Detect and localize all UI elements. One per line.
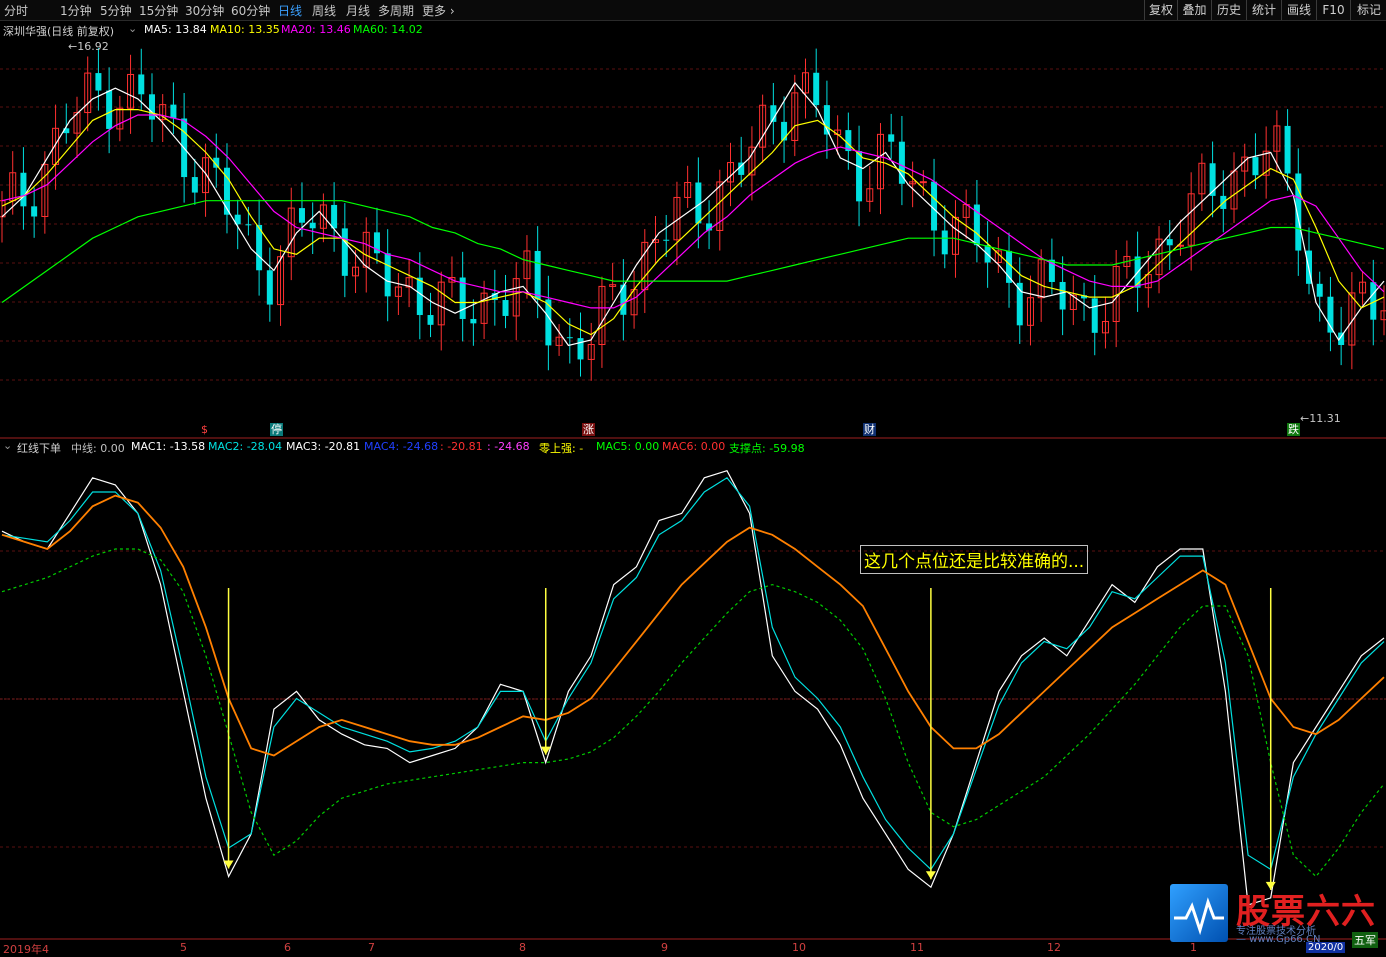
candle-body [919,181,927,184]
chart-canvas [0,48,1386,940]
x-tick-label: 5 [180,941,187,954]
candle-body [813,72,820,106]
support-value: 支撑点: -59.98 [729,442,805,455]
candle-body [31,206,38,217]
grid-lines [0,68,1386,848]
candle-body [298,208,305,223]
candle-body [856,151,863,202]
candle-body [309,222,316,229]
high-price-value: 16.92 [77,40,109,53]
watermark: 股票六六 专注股票技术分析 — www.Gp66.CN [1170,884,1386,946]
candle-body [888,134,895,142]
stock-title: 深圳华强(日线 前复权) [3,25,115,38]
high-price-label: ←16.92 [68,40,109,53]
mac1-value: MAC1: -13.58 [131,440,206,453]
ma60-value: MA60: 14.02 [353,23,423,36]
indicator-lines [1,469,1385,906]
candle-body [245,224,252,226]
ma-lines [1,81,1385,347]
ma5-value: MA5: 13.84 [144,23,207,36]
candle-body [502,300,509,316]
x-tick-label: 6 [284,941,291,954]
event-marker-fall[interactable]: 跌 [1287,423,1300,436]
watermark-line2: — www.Gp66.CN [1236,934,1321,945]
candle-body [663,239,670,241]
watermark-logo-icon [1170,884,1228,942]
candle-body [266,270,273,305]
candle-body [1316,283,1323,297]
candle-body [1006,250,1013,283]
indicator-settings-icon[interactable]: ⌄ [3,439,12,452]
annotation-box: 这几个点位还是比较准确的... [860,545,1089,574]
candle-body [898,141,905,184]
x-tick-label: 2019年4 [3,943,49,956]
candle-body [1166,239,1173,246]
event-marker-halt[interactable]: 停 [270,423,283,436]
event-marker-finance[interactable]: 财 [863,423,876,436]
candle-body [341,228,348,276]
mac5-value: MAC5: 0.00 [596,440,660,453]
candle-body [534,250,541,300]
ma20-value: MA20: 13.46 [281,23,351,36]
indicator-line-mac4 [1,548,1385,878]
candle-body [1252,157,1259,176]
candle-body [1059,281,1066,310]
candle-body [170,104,177,119]
candle-body [941,230,948,255]
candle-body [20,172,27,207]
candle-body [384,253,391,297]
x-tick-label: 9 [661,941,668,954]
x-tick-label: 7 [368,941,375,954]
low-price-label: ←11.31 [1300,412,1341,425]
candle-body [106,90,113,129]
candle-body [191,177,198,193]
x-tick-label: 11 [910,941,924,954]
ma-line-ma10 [1,108,1385,336]
mid-value: 中线: 0.00 [71,442,125,455]
ma10-value: MA10: 13.35 [210,23,280,36]
ma-line-ma5 [1,81,1385,347]
candle-body [416,277,423,316]
candle-body [148,94,155,120]
candle-body [1091,298,1098,333]
event-marker-dollar[interactable]: $ [200,423,209,436]
ma-line-ma20 [1,114,1385,309]
candle-body [781,121,788,141]
event-marker-rise[interactable]: 涨 [582,423,595,436]
low-price-value: 11.31 [1309,412,1341,425]
indicator-name: 红线下单 [17,442,61,455]
candle-body [138,74,145,95]
settings-circle-icon[interactable]: ⌄ [128,22,137,35]
mac4b-value: : -20.81 [440,440,483,453]
x-tick-label: 10 [792,941,806,954]
mac4c-value: : -24.68 [487,440,530,453]
candle-body [95,73,102,91]
candle-body [577,338,584,360]
candle-body [470,318,477,324]
indicator-line-mac1 [1,469,1385,906]
candle-body [331,204,338,229]
x-tick-label: 12 [1047,941,1061,954]
zero-strong-value: 零上强: - [539,442,584,455]
mac4-value: MAC4: -24.68 [364,440,439,453]
pulse-icon [1174,897,1224,936]
candles [0,48,1386,381]
indicator-line-mac3 [1,494,1385,757]
mac3-value: MAC3: -20.81 [286,440,361,453]
x-tick-label: 8 [519,941,526,954]
candle-body [931,181,938,231]
candle-body [1284,125,1291,174]
ma-line-ma60 [1,200,1385,303]
mac6-value: MAC6: 0.00 [662,440,726,453]
candle-body [566,337,573,339]
candle-body [427,315,434,325]
mac2-value: MAC2: -28.04 [208,440,283,453]
